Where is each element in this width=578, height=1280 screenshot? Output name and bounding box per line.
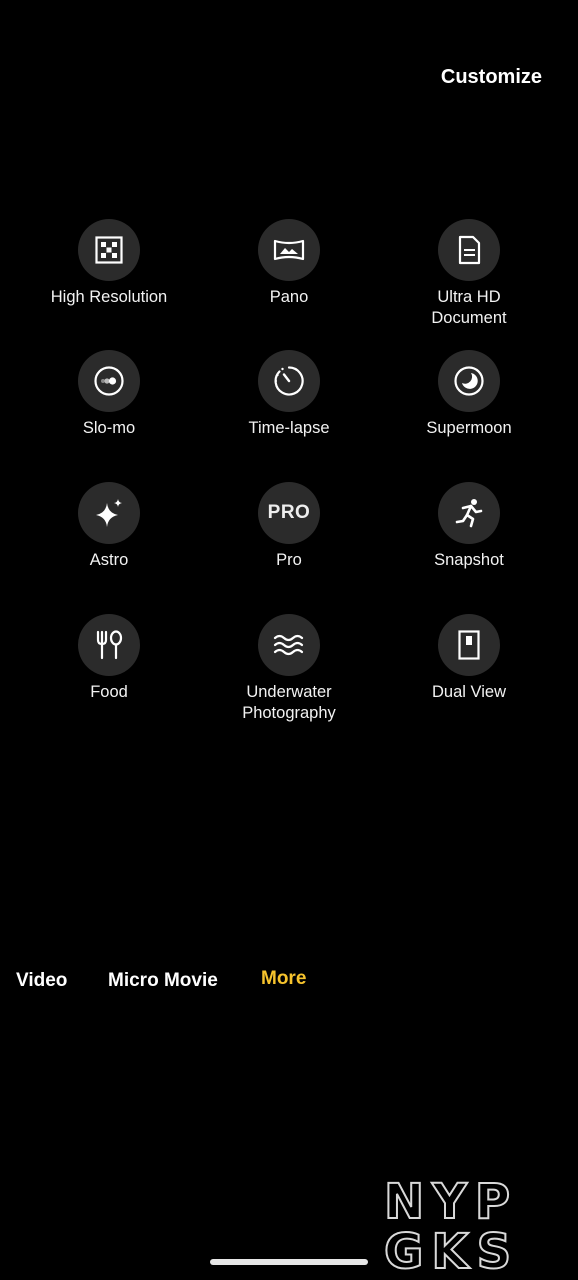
watermark-logo: NYP GKS bbox=[384, 1176, 519, 1272]
mode-food[interactable]: Food bbox=[19, 614, 199, 703]
pro-icon: PRO bbox=[258, 482, 320, 544]
moon-icon bbox=[438, 350, 500, 412]
high-resolution-icon bbox=[78, 219, 140, 281]
mode-label: Slo-mo bbox=[82, 419, 136, 437]
mode-label: High Resolution bbox=[50, 288, 168, 306]
watermark-line2: GKS bbox=[384, 1224, 519, 1272]
tab-micro-movie[interactable]: Micro Movie bbox=[108, 970, 218, 992]
mode-label: Underwater Photography bbox=[242, 683, 336, 722]
waves-icon bbox=[258, 614, 320, 676]
mode-label: Pano bbox=[269, 288, 309, 306]
watermark-line1: NYP bbox=[384, 1176, 518, 1230]
mode-label: Dual View bbox=[432, 683, 506, 701]
mode-label: Pro bbox=[276, 551, 302, 569]
document-icon bbox=[438, 219, 500, 281]
mode-slo-mo[interactable]: Slo-mo bbox=[19, 350, 199, 439]
mode-label: Ultra HD Document bbox=[431, 288, 507, 327]
customize-button[interactable]: Customize bbox=[441, 66, 542, 89]
tab-video[interactable]: Video bbox=[16, 970, 67, 992]
mode-dual-view[interactable]: Dual View bbox=[379, 614, 559, 703]
mode-pro[interactable]: PRO Pro bbox=[199, 482, 379, 571]
mode-high-resolution[interactable]: High Resolution bbox=[19, 219, 199, 308]
time-lapse-icon bbox=[258, 350, 320, 412]
mode-ultra-hd-document[interactable]: Ultra HD Document bbox=[379, 219, 559, 329]
mode-label: Food bbox=[90, 683, 128, 701]
mode-label: Time-lapse bbox=[248, 419, 330, 437]
home-indicator[interactable] bbox=[210, 1259, 368, 1265]
mode-label: Astro bbox=[89, 551, 129, 569]
slo-mo-icon bbox=[78, 350, 140, 412]
tab-more[interactable]: More bbox=[261, 968, 306, 990]
running-person-icon bbox=[438, 482, 500, 544]
sparkle-icon bbox=[78, 482, 140, 544]
mode-snapshot[interactable]: Snapshot bbox=[379, 482, 559, 571]
mode-time-lapse[interactable]: Time-lapse bbox=[199, 350, 379, 439]
panorama-icon bbox=[258, 219, 320, 281]
mode-label: Snapshot bbox=[434, 551, 504, 569]
pro-icon-text: PRO bbox=[267, 502, 311, 523]
mode-underwater-photography[interactable]: Underwater Photography bbox=[199, 614, 379, 724]
mode-astro[interactable]: Astro bbox=[19, 482, 199, 571]
mode-supermoon[interactable]: Supermoon bbox=[379, 350, 559, 439]
fork-spoon-icon bbox=[78, 614, 140, 676]
camera-mode-bar: Video Micro Movie More bbox=[0, 968, 578, 1000]
mode-label: Supermoon bbox=[426, 419, 512, 437]
dual-view-icon bbox=[438, 614, 500, 676]
mode-pano[interactable]: Pano bbox=[199, 219, 379, 308]
